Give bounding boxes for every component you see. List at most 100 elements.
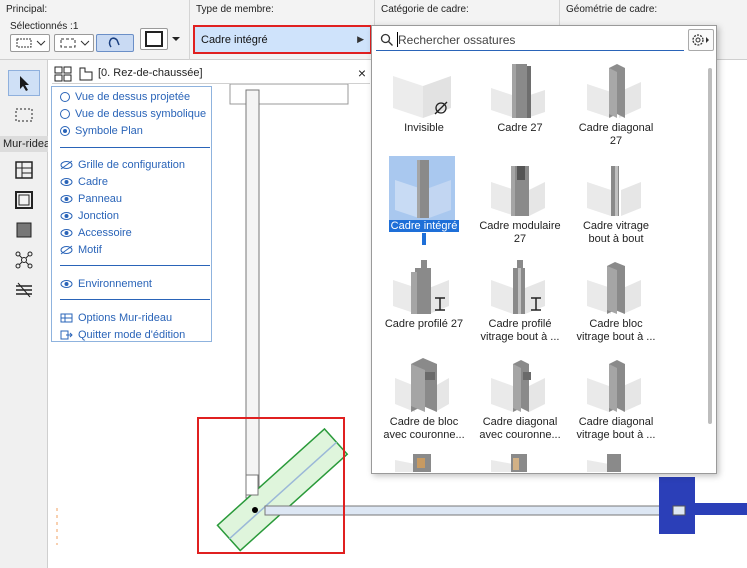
library-settings-button[interactable] <box>688 29 714 51</box>
library-item-invisible[interactable]: Invisible <box>376 56 474 154</box>
library-item-cadre-diagonal-couronne[interactable]: Cadre diagonal avec couronne... <box>472 350 570 448</box>
eye-icon <box>60 178 73 186</box>
library-search[interactable]: Rechercher ossatures <box>376 29 684 51</box>
view-option-plan-symbol[interactable]: Symbole Plan <box>60 123 143 139</box>
frame-library-grid: Invisible Cadre 27 Cadre diagonal 27 Cadr… <box>376 56 706 472</box>
block-crown-frame-thumbnail <box>395 358 449 412</box>
radio-selected-icon <box>60 126 70 136</box>
marquee-select-icon <box>16 38 46 48</box>
library-item-label: Cadre diagonal vitrage bout à ... <box>576 416 656 441</box>
toggle-frame[interactable]: Cadre <box>60 174 108 190</box>
close-icon[interactable]: × <box>358 65 366 81</box>
junction-tool[interactable] <box>8 247 40 273</box>
member-type-dropdown[interactable]: Cadre intégré ▶ <box>193 25 372 54</box>
view-option-projected[interactable]: Vue de dessus projetée <box>60 89 190 105</box>
junction-icon <box>15 251 33 269</box>
grid-view-icon[interactable] <box>54 66 74 82</box>
library-item-cadre-modulaire-27[interactable]: Cadre modulaire 27 <box>472 154 570 252</box>
library-item-label: Cadre modulaire 27 <box>479 220 561 245</box>
library-item-label: Cadre bloc vitrage bout à ... <box>576 318 656 343</box>
library-item-partial-1[interactable] <box>376 448 474 472</box>
quit-label: Quitter mode d'édition <box>78 329 186 341</box>
chevron-down-icon <box>172 37 180 41</box>
library-item-cadre-diagonal-27[interactable]: Cadre diagonal 27 <box>568 56 666 154</box>
invisible-frame-thumbnail <box>393 76 451 118</box>
magic-wand-button[interactable] <box>96 34 134 52</box>
geometry-label: Géométrie de cadre: <box>566 4 658 15</box>
floor-tab[interactable]: [0. Rez-de-chaussée] × <box>52 64 370 84</box>
quit-edit-mode-button[interactable]: Quitter mode d'édition <box>60 327 185 343</box>
floor-tab-title: [0. Rez-de-chaussée] <box>98 67 203 79</box>
toggle-environment[interactable]: Environnement <box>60 276 152 292</box>
view-option-label: Vue de dessus symbolique <box>75 108 207 120</box>
toolbox-section-label: Mur-rideau <box>0 136 48 152</box>
accessory-icon <box>16 282 32 298</box>
frame-27-thumbnail <box>491 64 545 118</box>
library-item-label: Cadre intégré <box>376 220 472 246</box>
library-item-label: Cadre profilé vitrage bout à ... <box>480 318 560 343</box>
view-option-label: Vue de dessus projetée <box>75 91 191 103</box>
environment-label: Environnement <box>78 278 152 290</box>
view-option-symbolic[interactable]: Vue de dessus symbolique <box>60 106 206 122</box>
library-item-partial-3[interactable] <box>568 448 666 472</box>
arrow-tool[interactable] <box>8 70 40 96</box>
diagonal-crown-frame-thumbnail <box>491 360 545 412</box>
curtain-wall-options-button[interactable]: Options Mur-rideau <box>60 310 172 326</box>
marquee-icon <box>15 108 33 122</box>
toolbox: Mur-rideau <box>0 60 48 568</box>
frame-icon <box>15 191 33 209</box>
search-icon <box>380 33 393 46</box>
frame-type-dropdown-arrow[interactable] <box>170 28 184 50</box>
library-item-cadre-27[interactable]: Cadre 27 <box>472 56 570 154</box>
modular-frame-thumbnail <box>491 166 545 216</box>
settings-grid-icon <box>60 313 73 323</box>
toggle-accessory[interactable]: Accessoire <box>60 225 132 241</box>
element-select-icon <box>60 38 90 48</box>
toggle-junction[interactable]: Jonction <box>60 208 119 224</box>
library-item-cadre-bloc-couronne[interactable]: Cadre de bloc avec couronne... <box>376 350 474 448</box>
library-item-partial-2[interactable] <box>472 448 570 472</box>
marquee-tool[interactable] <box>8 102 40 128</box>
library-item-label: Cadre 27 <box>497 122 543 134</box>
type-label: Type de membre: <box>196 4 274 15</box>
component-label: Accessoire <box>78 227 132 239</box>
library-item-label: Cadre diagonal 27 <box>578 122 654 147</box>
library-item-cadre-integre[interactable]: Cadre intégré <box>376 154 474 252</box>
principal-label: Principal: <box>6 4 48 15</box>
diagonal-frame-thumbnail <box>587 64 641 118</box>
library-item-cadre-bloc-vitrage[interactable]: Cadre bloc vitrage bout à ... <box>568 252 666 350</box>
panel-divider <box>60 147 210 148</box>
library-scrollbar[interactable] <box>707 68 713 424</box>
toggle-pattern[interactable]: Motif <box>60 242 102 258</box>
chevron-right-icon: ▶ <box>357 34 364 44</box>
selection-mode-button-1[interactable] <box>10 34 50 52</box>
eye-icon <box>60 195 73 203</box>
toggle-panel[interactable]: Panneau <box>60 191 122 207</box>
arrow-cursor-icon <box>20 76 29 91</box>
library-item-cadre-profile-27[interactable]: Cadre profilé 27 <box>376 252 474 350</box>
frame-library-popup: Rechercher ossatures Invisible Cadre 27 <box>371 25 717 474</box>
frame-type-button[interactable] <box>140 28 168 50</box>
curtain-wall-options-panel: Vue de dessus projetée Vue de dessus sym… <box>51 86 212 342</box>
radio-icon <box>60 92 70 102</box>
component-label: Cadre <box>78 176 108 188</box>
library-item-cadre-vitrage-bout-a-bout[interactable]: Cadre vitrage bout à bout <box>568 154 666 252</box>
search-placeholder: Rechercher ossatures <box>398 33 516 47</box>
category-label: Catégorie de cadre: <box>381 4 469 15</box>
toggle-grid[interactable]: Grille de configuration <box>60 157 185 173</box>
frame-tool[interactable] <box>8 187 40 213</box>
panel-divider <box>60 299 210 300</box>
frame-thumbnail <box>395 454 431 472</box>
floor-plan-icon <box>79 67 93 81</box>
accessory-tool[interactable] <box>8 277 40 303</box>
profiled-frame-thumbnail <box>393 260 449 314</box>
library-item-cadre-profile-vitrage[interactable]: Cadre profilé vitrage bout à ... <box>472 252 570 350</box>
selection-mode-button-2[interactable] <box>54 34 94 52</box>
scrollbar-thumb[interactable] <box>708 68 712 424</box>
library-item-cadre-diagonal-vitrage[interactable]: Cadre diagonal vitrage bout à ... <box>568 350 666 448</box>
panel-tool[interactable] <box>8 217 40 243</box>
curtain-wall-tool[interactable] <box>8 157 40 183</box>
component-label: Motif <box>78 244 102 256</box>
principal-section: Principal: Sélectionnés :1 <box>0 0 190 60</box>
selected-count: Sélectionnés :1 <box>10 21 79 32</box>
